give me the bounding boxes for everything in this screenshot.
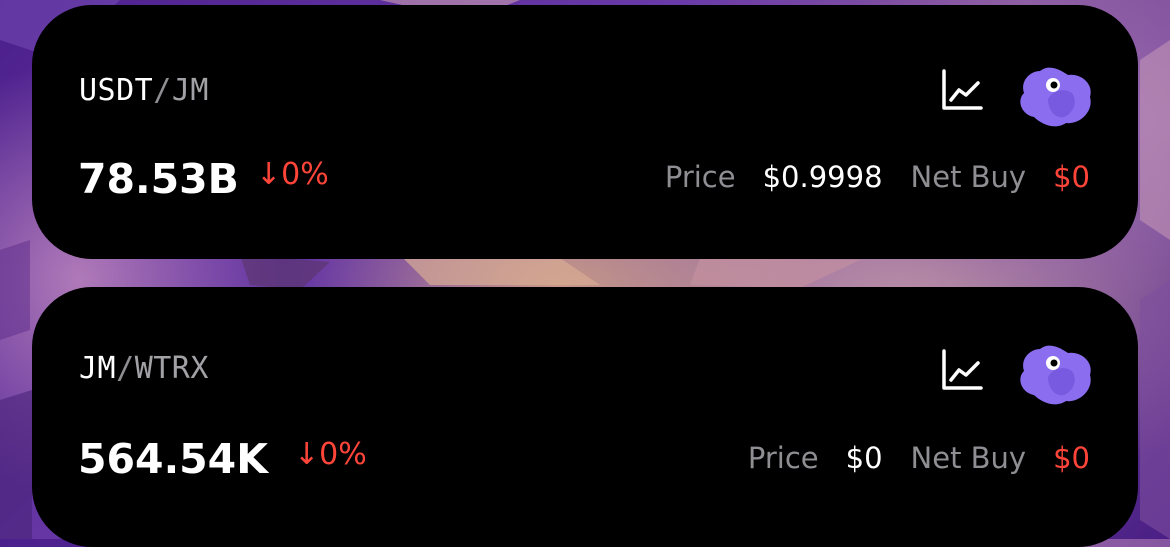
liquidity-amount: 78.53B — [78, 155, 239, 203]
pair-quote-symbol: JM — [171, 73, 209, 108]
change-percent: ↓0% — [256, 157, 329, 192]
line-chart-icon[interactable] — [941, 349, 983, 391]
token-logo-icon — [1020, 345, 1091, 405]
net-buy-label: Net Buy — [910, 441, 1027, 475]
pair-separator: / — [153, 73, 172, 108]
pair-quote-symbol: WTRX — [134, 351, 209, 386]
line-chart-icon[interactable] — [941, 69, 983, 111]
pair-base-symbol: JM — [79, 351, 117, 386]
net-buy-value: $0 — [1053, 441, 1090, 475]
liquidity-amount: 564.54K — [78, 435, 268, 483]
pair-separator: / — [116, 351, 135, 386]
pair-base-symbol: USDT — [79, 73, 154, 108]
change-percent: ↓0% — [294, 437, 367, 472]
price-label: Price — [664, 160, 736, 194]
net-buy-value: $0 — [1053, 160, 1090, 194]
price-value: $0 — [845, 441, 883, 475]
pair-card-usdt-jm[interactable]: USDT/JM 78.53B ↓0% Price $0.9998 Net Buy… — [32, 5, 1138, 259]
pair-title: USDT/JM — [79, 73, 209, 108]
token-logo-icon — [1020, 67, 1091, 127]
price-label: Price — [747, 441, 819, 475]
price-value: $0.9998 — [762, 160, 883, 194]
net-buy-label: Net Buy — [910, 160, 1027, 194]
pair-card-jm-wtrx[interactable]: JM/WTRX 564.54K ↓0% Price $0 Net Buy $0 — [32, 287, 1138, 547]
pair-stats: Price $0.9998 Net Buy $0 — [665, 160, 1090, 194]
pair-title: JM/WTRX — [79, 351, 209, 386]
pair-stats: Price $0 Net Buy $0 — [748, 441, 1090, 475]
